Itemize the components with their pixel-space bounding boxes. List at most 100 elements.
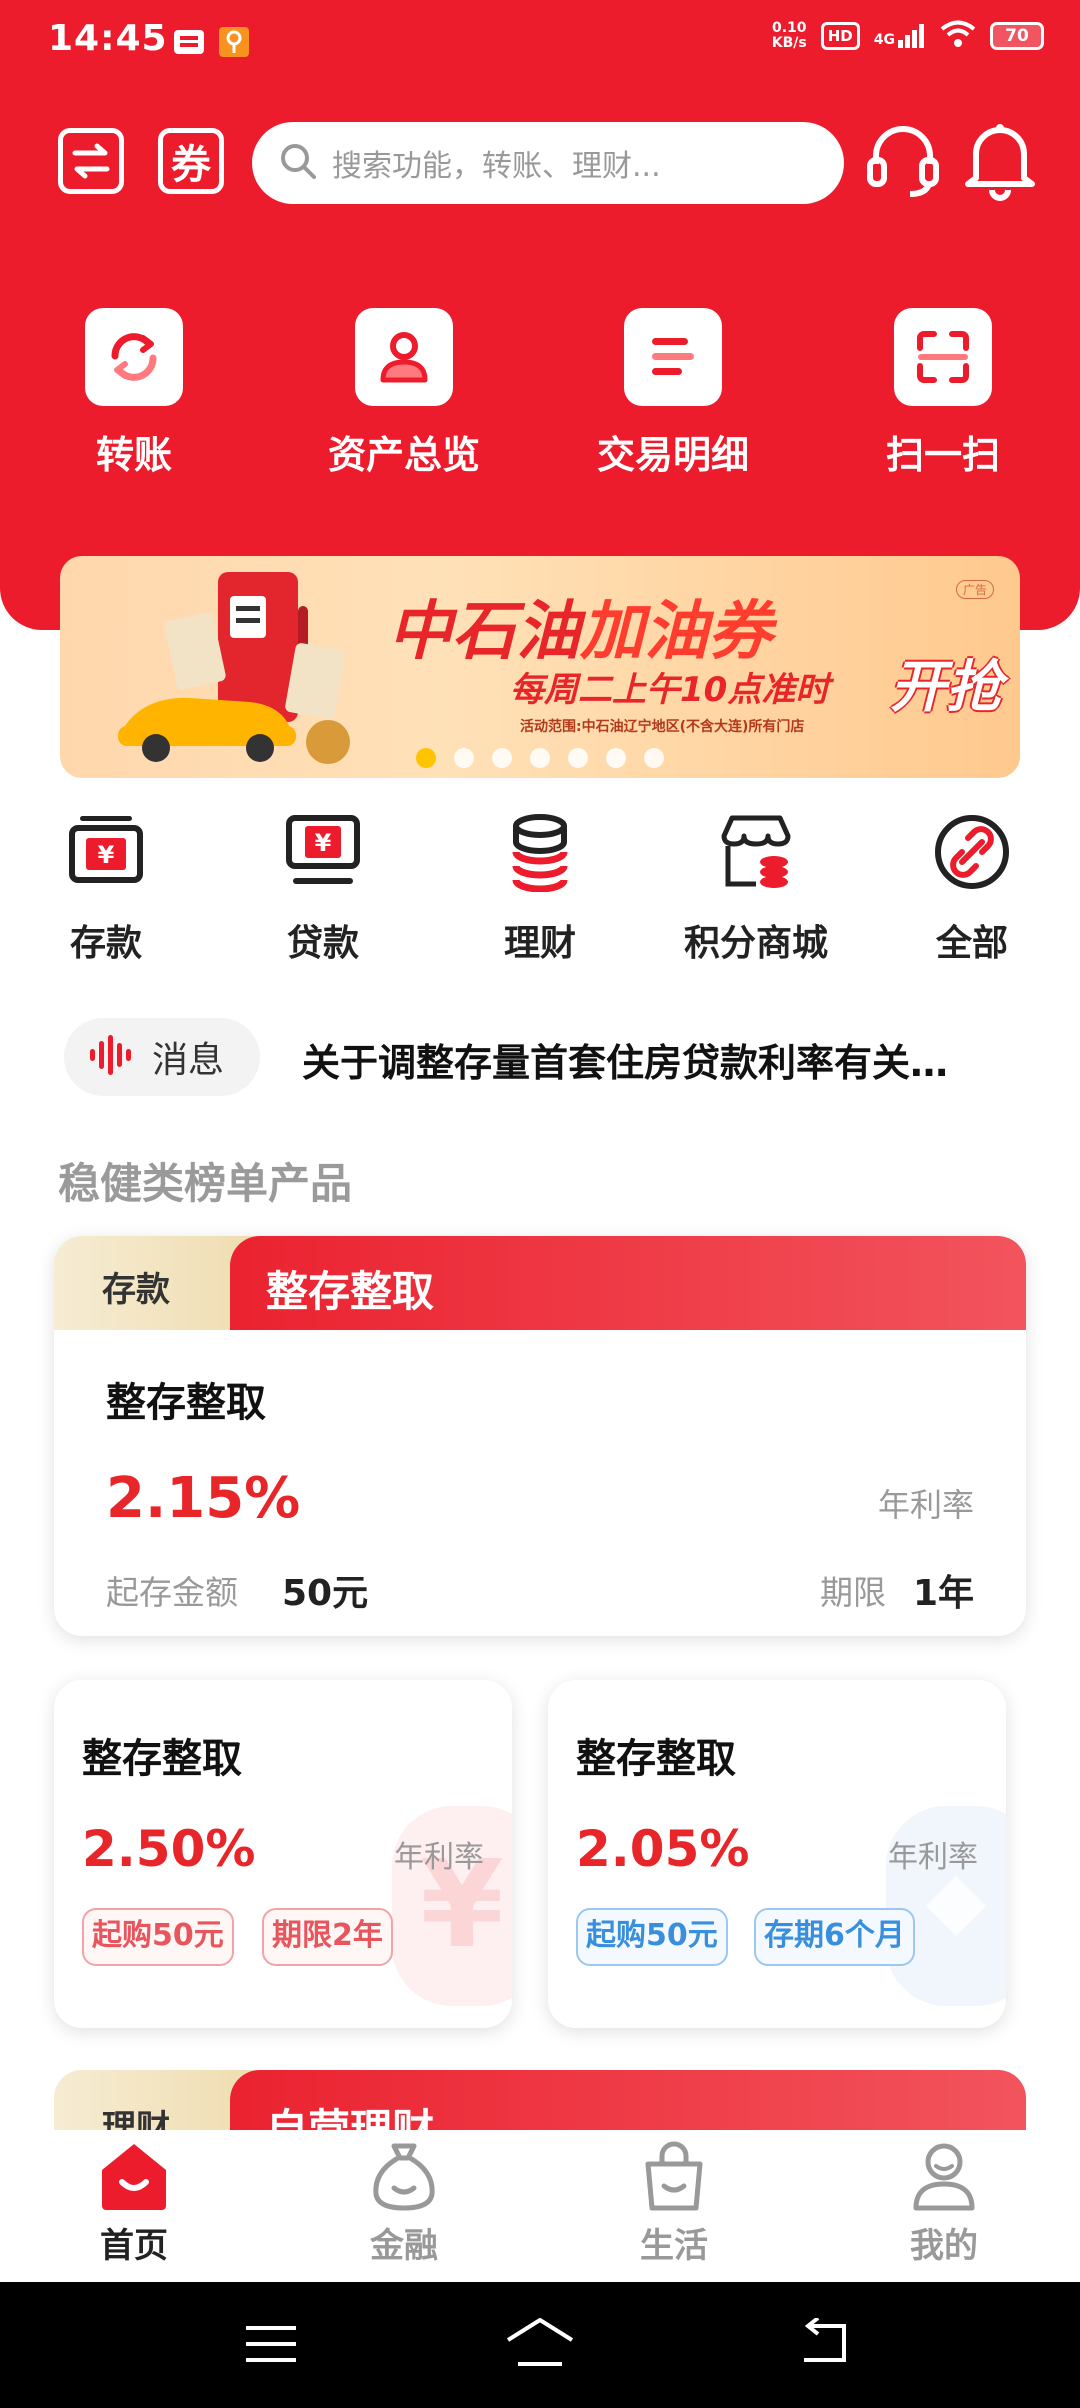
status-time: 14:45	[48, 18, 168, 59]
card-header: 存款 整存整取	[54, 1236, 1026, 1330]
product-name: 整存整取	[106, 1380, 266, 1426]
home-nav-icon[interactable]	[504, 2316, 576, 2374]
card-tag: 存款	[102, 1270, 170, 1310]
store-icon	[714, 810, 798, 894]
category-all[interactable]: 全部	[892, 810, 1052, 966]
menu-icon[interactable]	[244, 2322, 298, 2370]
svg-text:¥: ¥	[98, 841, 115, 869]
banner-note: 活动范围:中石油辽宁地区(不含大连)所有门店	[520, 719, 805, 735]
switch-icon[interactable]	[58, 128, 124, 194]
list-icon	[624, 308, 722, 406]
bottom-navigation: 首页 金融 生活 我的	[0, 2130, 1080, 2280]
quick-action-label: 交易明细	[596, 433, 749, 477]
wifi-icon	[940, 20, 976, 52]
product-card[interactable]: ¥ 整存整取 2.50% 年利率 起购50元 期限2年	[54, 1680, 512, 2028]
term-label: 期限	[820, 1573, 886, 1612]
svg-text:¥: ¥	[315, 829, 332, 857]
coupon-icon[interactable]: 券	[158, 128, 224, 194]
quick-action-transaction-details[interactable]: 交易明细	[573, 308, 773, 479]
network-speed: 0.10 KB/s	[772, 21, 807, 51]
fuel-pump-illustration	[100, 566, 380, 778]
search-placeholder: 搜索功能，转账、理财...	[332, 149, 661, 184]
banner-dot[interactable]	[568, 748, 588, 768]
quick-action-label: 转账	[95, 433, 172, 477]
banner-title-brand: 中石油	[388, 595, 580, 669]
scan-icon	[894, 308, 992, 406]
message-text[interactable]: 关于调整存量首套住房贷款利率有关…	[302, 1032, 1022, 1087]
coupon-icon-label: 券	[171, 142, 211, 188]
banner-dot[interactable]	[492, 748, 512, 768]
quick-action-label: 扫一扫	[885, 433, 1000, 477]
interest-rate-label: 年利率	[888, 1840, 978, 1875]
quick-action-asset-overview[interactable]: 资产总览	[304, 308, 504, 479]
product-card-featured[interactable]: 存款 整存整取 整存整取 2.15% 年利率 起存金额 50元 期限 1年	[54, 1236, 1026, 1636]
system-navigation-bar	[0, 2282, 1080, 2408]
signal-icon: 4G	[874, 24, 926, 48]
ad-tag: 广告	[955, 580, 994, 599]
home-icon	[98, 2140, 170, 2212]
battery-icon: 70	[990, 22, 1044, 50]
notification-key-icon	[218, 26, 250, 58]
term-chip: 存期6个月	[754, 1908, 915, 1966]
wealth-icon	[498, 810, 582, 894]
bell-icon[interactable]	[962, 118, 1038, 206]
money-bag-icon	[368, 2140, 440, 2212]
quick-action-label: 资产总览	[327, 433, 480, 477]
card-header-bar: 整存整取	[230, 1236, 1026, 1330]
nav-life[interactable]: 生活	[574, 2140, 774, 2267]
banner-subtitle: 每周二上午10点准时	[510, 670, 830, 710]
nav-label: 生活	[640, 2226, 708, 2266]
interest-rate: 2.15%	[106, 1466, 301, 1531]
product-name: 整存整取	[576, 1736, 736, 1782]
term-chip: 期限2年	[262, 1908, 393, 1966]
profile-icon	[908, 2140, 980, 2212]
sound-wave-icon	[88, 1033, 134, 1081]
search-bar[interactable]: 搜索功能，转账、理财...	[252, 122, 844, 204]
term-value: 1年	[912, 1573, 974, 1614]
shopping-bag-icon	[638, 2140, 710, 2212]
banner-pagination	[60, 748, 1020, 768]
category-wealth[interactable]: 理财	[460, 810, 620, 966]
category-points-store[interactable]: 积分商城	[676, 810, 836, 966]
quick-action-transfer[interactable]: 转账	[34, 308, 234, 479]
deposit-icon: ¥	[64, 810, 148, 894]
banner-title-product: 加油券	[580, 595, 772, 669]
min-purchase-chip: 起购50元	[576, 1908, 728, 1966]
nav-home[interactable]: 首页	[34, 2140, 234, 2267]
nav-finance[interactable]: 金融	[304, 2140, 504, 2267]
category-label: 理财	[503, 923, 576, 964]
message-label: 消息	[152, 1040, 225, 1081]
banner-dot[interactable]	[644, 748, 664, 768]
min-amount-label: 起存金额	[106, 1573, 238, 1612]
category-deposit[interactable]: ¥ 存款	[26, 810, 186, 966]
network-speed-value: 0.10	[771, 20, 807, 36]
category-label: 贷款	[286, 923, 359, 964]
loan-icon: ¥	[281, 810, 365, 894]
banner-subtitle-highlight: 开抢	[890, 655, 1002, 720]
category-loan[interactable]: ¥ 贷款	[243, 810, 403, 966]
nav-profile[interactable]: 我的	[844, 2140, 1044, 2267]
nav-label: 我的	[910, 2226, 978, 2266]
product-name: 整存整取	[82, 1736, 242, 1782]
card-header-title: 整存整取	[266, 1267, 435, 1316]
link-icon	[930, 810, 1014, 894]
person-icon	[355, 308, 453, 406]
quick-action-scan[interactable]: 扫一扫	[843, 308, 1043, 479]
notification-app-icon	[172, 26, 206, 58]
section-title: 稳健类榜单产品	[58, 1159, 353, 1208]
interest-rate: 2.05%	[576, 1820, 750, 1878]
category-label: 全部	[935, 923, 1008, 964]
message-badge[interactable]: 消息	[64, 1018, 260, 1096]
product-card[interactable]: 整存整取 2.05% 年利率 起购50元 存期6个月	[548, 1680, 1006, 2028]
banner-dot[interactable]	[454, 748, 474, 768]
banner-dot[interactable]	[416, 748, 436, 768]
banner-dot[interactable]	[606, 748, 626, 768]
hd-badge: HD	[820, 22, 860, 50]
network-type: 4G	[873, 32, 895, 48]
banner-dot[interactable]	[530, 748, 550, 768]
nav-label: 金融	[370, 2226, 438, 2266]
category-label: 积分商城	[683, 923, 828, 964]
customer-service-icon[interactable]	[866, 120, 940, 204]
back-icon[interactable]	[796, 2316, 850, 2372]
promo-banner[interactable]: 中石油加油券 每周二上午10点准时 开抢 活动范围:中石油辽宁地区(不含大连)所…	[60, 556, 1020, 778]
